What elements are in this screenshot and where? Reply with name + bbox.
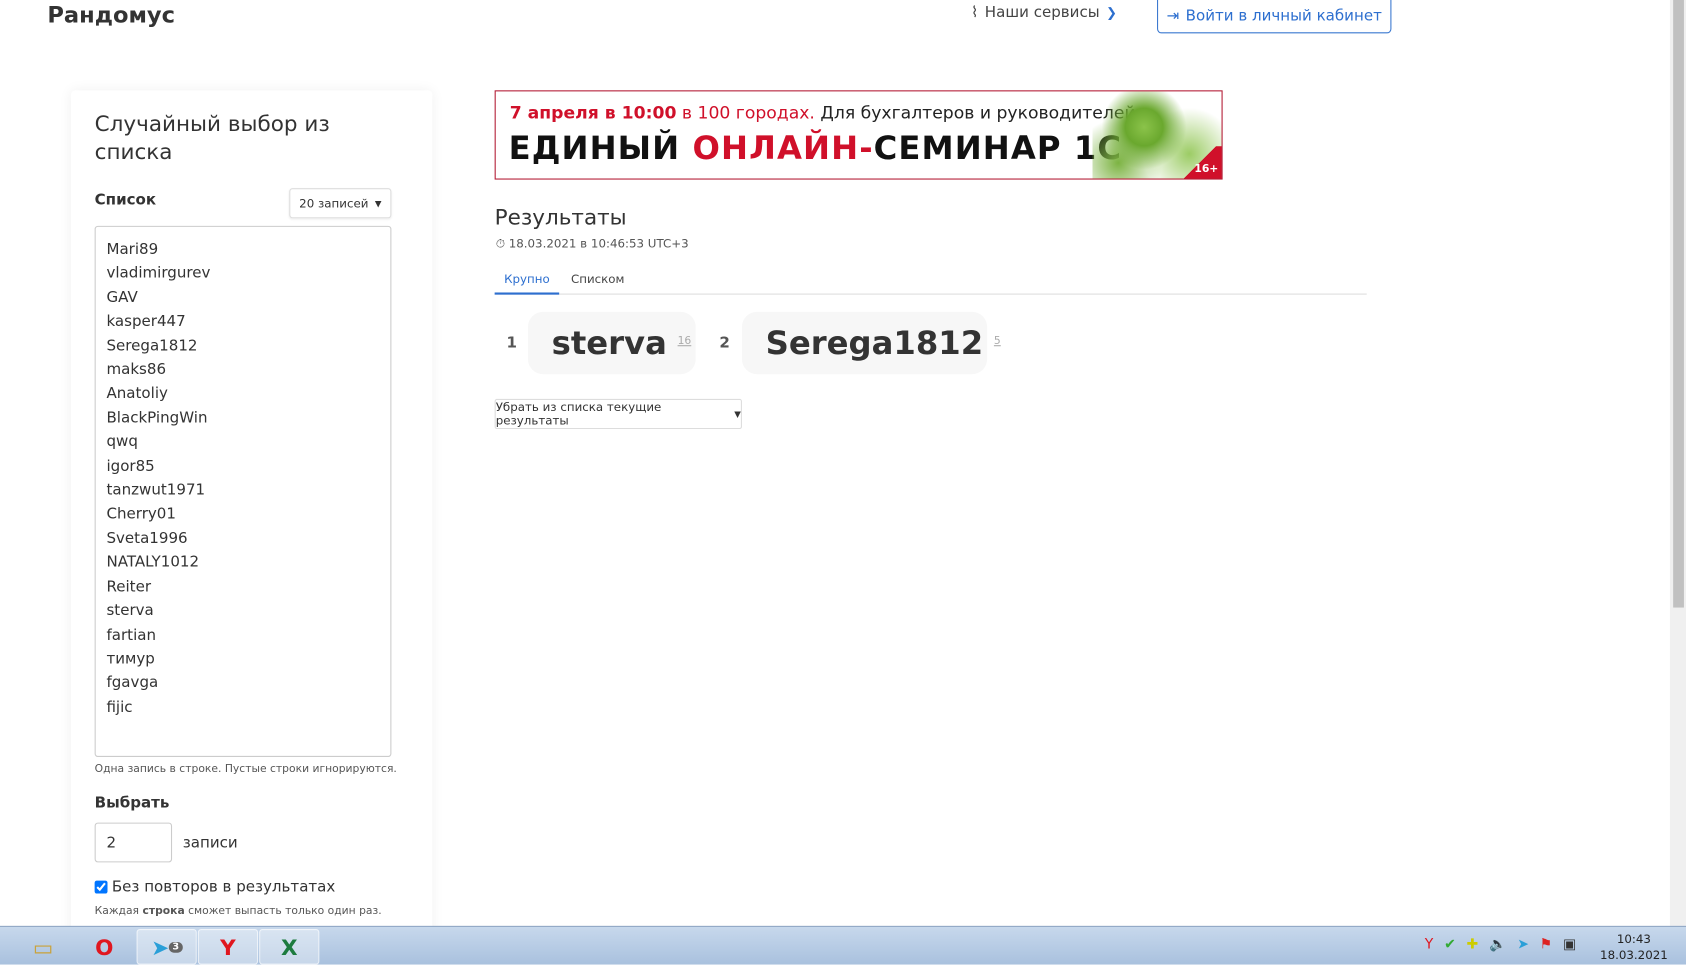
list-entry: fijic <box>106 698 133 716</box>
list-entry: igor85 <box>106 457 155 475</box>
list-entry: Serega1812 <box>106 337 198 355</box>
list-entry: vladimirgurev <box>106 264 211 283</box>
yandex-browser-icon[interactable]: Y <box>197 929 259 965</box>
age-rating: 16+ <box>1178 146 1222 179</box>
winner-rank: 2 <box>719 334 730 352</box>
list-entry: Sveta1996 <box>106 529 188 548</box>
no-repeat-option[interactable]: Без повторов в результатах <box>94 878 336 896</box>
list-textarea[interactable]: Mari89 vladimirgurev GAV kasper447 Serega181… <box>94 225 392 758</box>
chevron-down-icon: ▼ <box>734 409 741 419</box>
list-entry: fartian <box>106 626 157 644</box>
no-repeat-label: Без повторов в результатах <box>111 878 336 896</box>
count-select-value: 20 записей <box>299 196 369 211</box>
list-entry: maks86 <box>106 361 167 379</box>
banner-line2: ЕДИНЫЙ ОНЛАЙН-СЕМИНАР 1С <box>508 130 1123 168</box>
count-select[interactable]: 20 записей ▼ <box>289 188 392 219</box>
explorer-icon[interactable]: ▭ <box>13 929 73 964</box>
services-label: Наши сервисы <box>984 4 1100 22</box>
list-entry: Reiter <box>106 578 152 596</box>
clock[interactable]: 10:43 18.03.2021 <box>1600 931 1668 963</box>
network-icon[interactable]: ▣ <box>1563 937 1576 953</box>
list-entry: tanzwut1971 <box>106 481 206 500</box>
site-logo[interactable]: Рандомус <box>47 2 175 28</box>
list-entry: sterva <box>106 602 154 620</box>
yandex-tray-icon[interactable]: Y <box>1425 937 1434 953</box>
results-timestamp: ⏱ 18.03.2021 в 10:46:53 UTC+3 <box>495 236 689 251</box>
banner-line1: 7 апреля в 10:00 в 100 городах. Для бухг… <box>509 102 1136 123</box>
winner-line-link[interactable]: 16 <box>678 335 692 347</box>
pulse-icon: ⌇ <box>970 4 979 22</box>
pick-label: Выбрать <box>94 794 170 812</box>
random-pick-form: Случайный выбор из списка Список 20 запи… <box>70 90 433 940</box>
tab-large[interactable]: Крупно <box>494 272 560 295</box>
list-entry: Anatoliy <box>106 385 168 403</box>
stopwatch-icon: ⏱ <box>495 236 509 251</box>
results-title: Результаты <box>494 204 627 231</box>
form-title: Случайный выбор из списка <box>94 110 330 165</box>
winner-name: Serega1812 <box>765 324 984 362</box>
pick-unit: записи <box>182 834 238 852</box>
list-entry: Mari89 <box>106 240 159 259</box>
results-tabs: Крупно Списком <box>494 269 1367 295</box>
list-entry: Cherry01 <box>106 505 176 524</box>
sync-icon[interactable]: ✚ <box>1467 937 1479 953</box>
winner-line-link[interactable]: 5 <box>994 335 1001 347</box>
system-tray: Y ✔ ✚ 🔈 ➤ ⚑ ▣ <box>1425 937 1576 953</box>
list-entry: qwq <box>106 433 138 451</box>
chevron-down-icon: ❯ <box>1106 5 1117 21</box>
list-entry: BlackPingWin <box>106 409 208 427</box>
ad-banner[interactable]: 7 апреля в 10:00 в 100 городах. Для бухг… <box>494 90 1223 180</box>
volume-icon[interactable]: 🔈 <box>1489 937 1506 953</box>
no-repeat-note: Каждая строка сможет выпасть только один… <box>94 905 382 918</box>
excel-icon[interactable]: X <box>259 929 320 965</box>
chevron-down-icon: ▼ <box>374 198 382 209</box>
list-entry: kasper447 <box>106 313 186 331</box>
remove-results-label: Убрать из списка текущие результаты <box>495 400 662 428</box>
no-repeat-checkbox[interactable] <box>94 880 108 894</box>
action-center-icon[interactable]: ⚑ <box>1540 937 1553 953</box>
services-menu[interactable]: ⌇ Наши сервисы ❯ <box>971 4 1117 21</box>
usb-icon[interactable]: ✔ <box>1444 937 1456 953</box>
opera-icon[interactable]: O <box>74 929 134 964</box>
taskbar: ▭ O ➤ 3 Y X Y ✔ ✚ 🔈 ➤ ⚑ ▣ 10:43 18.03.2021 <box>0 925 1686 965</box>
list-entry: тимур <box>106 650 155 668</box>
winner-card: Serega1812 5 <box>741 311 1001 375</box>
list-entry: fgavga <box>106 674 159 692</box>
login-label: Войти в личный кабинет <box>1185 6 1382 25</box>
scrollbar-thumb[interactable] <box>1673 0 1684 608</box>
list-hint: Одна запись в строке. Пустые строки игно… <box>94 763 397 776</box>
winner-card: sterva 16 <box>527 311 696 375</box>
winner-rank: 1 <box>506 334 517 352</box>
tab-list[interactable]: Списком <box>571 272 624 295</box>
login-icon: ⇥ <box>1166 6 1180 25</box>
pick-count-input[interactable]: 2 <box>94 822 173 863</box>
winner-name: sterva <box>551 324 667 362</box>
list-entry: GAV <box>106 289 138 307</box>
list-entry: NATALY1012 <box>106 554 200 572</box>
telegram-tray-icon[interactable]: ➤ <box>1517 937 1529 953</box>
list-label: Список <box>94 191 157 209</box>
remove-results-button[interactable]: Убрать из списка текущие результаты ▼ <box>494 398 742 430</box>
login-button[interactable]: ⇥ Войти в личный кабинет <box>1157 0 1392 34</box>
telegram-icon[interactable]: ➤ 3 <box>136 929 197 965</box>
